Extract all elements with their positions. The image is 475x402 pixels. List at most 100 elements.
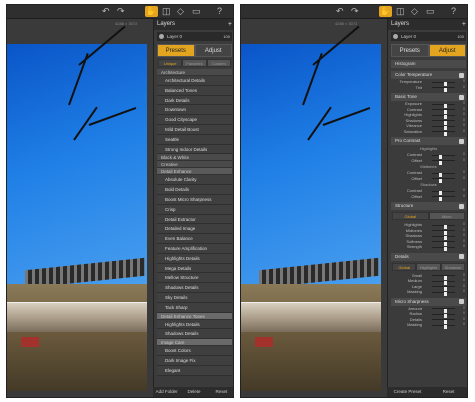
preset-item[interactable]: Crisp <box>157 204 232 215</box>
image-canvas[interactable]: 4288 × 3072 <box>7 19 153 391</box>
slider-knob[interactable] <box>443 247 447 251</box>
slider-track[interactable] <box>432 286 455 291</box>
slider-track[interactable] <box>432 160 455 165</box>
tab-adjust[interactable]: Adjust <box>194 44 232 57</box>
enable-checkbox[interactable] <box>459 254 464 259</box>
preset-item[interactable]: Architectural Details <box>157 76 232 86</box>
preset-item[interactable]: Seattle <box>157 134 232 145</box>
tab-global[interactable]: Global <box>392 262 417 271</box>
slider-track[interactable] <box>432 103 455 108</box>
enable-checkbox[interactable] <box>459 138 464 144</box>
add-layer-icon[interactable]: + <box>462 19 466 30</box>
preset-group[interactable]: Detail Enhance <box>157 168 232 176</box>
preset-item[interactable]: Shadows Details <box>157 329 232 340</box>
preset-item[interactable]: Mega Details <box>157 263 232 274</box>
slider-track[interactable] <box>432 275 455 280</box>
preset-item[interactable]: Bold Details <box>157 185 232 195</box>
section-header[interactable]: Structure <box>391 202 466 210</box>
undo-icon[interactable]: ↶ <box>102 6 110 17</box>
preset-item[interactable]: Even Balance <box>157 234 232 244</box>
slider-track[interactable] <box>432 196 455 201</box>
slider-knob[interactable] <box>438 160 442 165</box>
enable-checkbox[interactable] <box>459 299 464 304</box>
slider-track[interactable] <box>432 246 455 251</box>
preset-item[interactable]: Boost Colors <box>157 346 232 356</box>
enable-checkbox[interactable] <box>459 72 464 78</box>
preset-item[interactable]: Mellow Structure <box>157 273 232 284</box>
subtab-custom[interactable]: Custom <box>206 59 231 67</box>
tab-adjust[interactable]: Adjust <box>428 44 466 57</box>
create-preset-button[interactable]: Create Preset <box>387 387 428 397</box>
slider-track[interactable] <box>432 235 455 240</box>
eye-icon[interactable] <box>159 34 164 39</box>
help-icon[interactable]: ? <box>451 6 456 17</box>
tab-highlights[interactable]: Highlights <box>416 262 441 271</box>
slider-track[interactable] <box>432 120 455 125</box>
preset-item[interactable]: Feature Amplification <box>157 243 232 254</box>
preset-group[interactable]: Creative <box>157 161 232 169</box>
undo-icon[interactable]: ↶ <box>336 6 344 17</box>
slider-track[interactable] <box>432 313 455 318</box>
slider-track[interactable] <box>432 154 455 159</box>
reset-button[interactable]: Reset <box>428 387 467 397</box>
slider-track[interactable] <box>432 308 455 313</box>
preset-item[interactable]: Highlights Details <box>157 319 232 330</box>
compare-icon[interactable]: ◫ <box>162 6 171 17</box>
slider-knob[interactable] <box>443 292 447 296</box>
slider-track[interactable] <box>432 319 455 324</box>
preset-item[interactable]: Highlights Details <box>157 253 232 264</box>
slider-track[interactable] <box>432 190 455 195</box>
slider-knob[interactable] <box>443 325 447 329</box>
preset-item[interactable]: Elegant <box>157 365 232 376</box>
preset-item[interactable]: Strong Indoor Details <box>157 144 232 155</box>
preset-item[interactable]: Dark Details <box>157 95 232 106</box>
pan-icon[interactable]: ✋ <box>379 6 392 17</box>
reset-button[interactable]: Reset <box>208 387 233 397</box>
layer-row[interactable]: Layer 0 100 <box>391 32 466 41</box>
section-header[interactable]: Details <box>391 252 466 261</box>
slider-track[interactable] <box>432 230 455 235</box>
slider-track[interactable] <box>432 131 455 136</box>
enable-checkbox[interactable] <box>459 203 464 209</box>
redo-icon[interactable]: ↷ <box>351 6 359 17</box>
slider-track[interactable] <box>432 87 455 92</box>
tab-shadows[interactable]: Shadows <box>440 262 465 271</box>
tab-presets[interactable]: Presets <box>157 44 195 57</box>
slider-track[interactable] <box>432 125 455 130</box>
preset-item[interactable]: Shadows Details <box>157 283 232 293</box>
preset-group[interactable]: Black & White <box>157 154 232 162</box>
preset-item[interactable]: Detail Extractor <box>157 214 232 225</box>
fullscreen-icon[interactable]: ▭ <box>192 6 201 17</box>
slider-knob[interactable] <box>443 131 447 136</box>
redo-icon[interactable]: ↷ <box>117 6 125 17</box>
slider-track[interactable] <box>432 81 455 86</box>
preset-group[interactable]: Architecture <box>157 69 232 76</box>
slider-track[interactable] <box>432 224 455 229</box>
slider-knob[interactable] <box>438 196 442 201</box>
section-header[interactable]: Color Temperature <box>391 71 466 79</box>
preset-item[interactable]: Dark Image Fix <box>157 355 232 366</box>
add-layer-icon[interactable]: + <box>228 19 232 30</box>
preset-item[interactable]: Tack Sharp <box>157 302 232 313</box>
slider-track[interactable] <box>432 241 455 246</box>
eye-icon[interactable] <box>393 34 398 39</box>
slider-knob[interactable] <box>438 178 442 183</box>
slider-track[interactable] <box>432 291 455 296</box>
image-canvas[interactable]: 4288 × 3072 <box>241 19 387 391</box>
enable-checkbox[interactable] <box>459 94 464 100</box>
subtab-unique[interactable]: Unique <box>158 59 183 67</box>
slider-track[interactable] <box>432 178 455 183</box>
slider-track[interactable] <box>432 280 455 285</box>
eraser-icon[interactable]: ◇ <box>411 6 418 17</box>
slider-track[interactable] <box>432 172 455 177</box>
preset-item[interactable]: Sky Details <box>157 292 232 303</box>
preset-group[interactable]: Image Care <box>157 339 232 347</box>
tab-presets[interactable]: Presets <box>391 44 429 57</box>
layer-row[interactable]: Layer 0 100 <box>157 32 232 41</box>
preset-item[interactable]: Good Cityscape <box>157 115 232 125</box>
tab-global[interactable]: Global <box>392 212 429 220</box>
preset-item[interactable]: Boost Micro Sharpness <box>157 194 232 205</box>
fullscreen-icon[interactable]: ▭ <box>426 6 435 17</box>
preset-group[interactable]: Detail Enhance Tones <box>157 312 232 320</box>
preset-item[interactable]: Detailed Image <box>157 224 232 235</box>
